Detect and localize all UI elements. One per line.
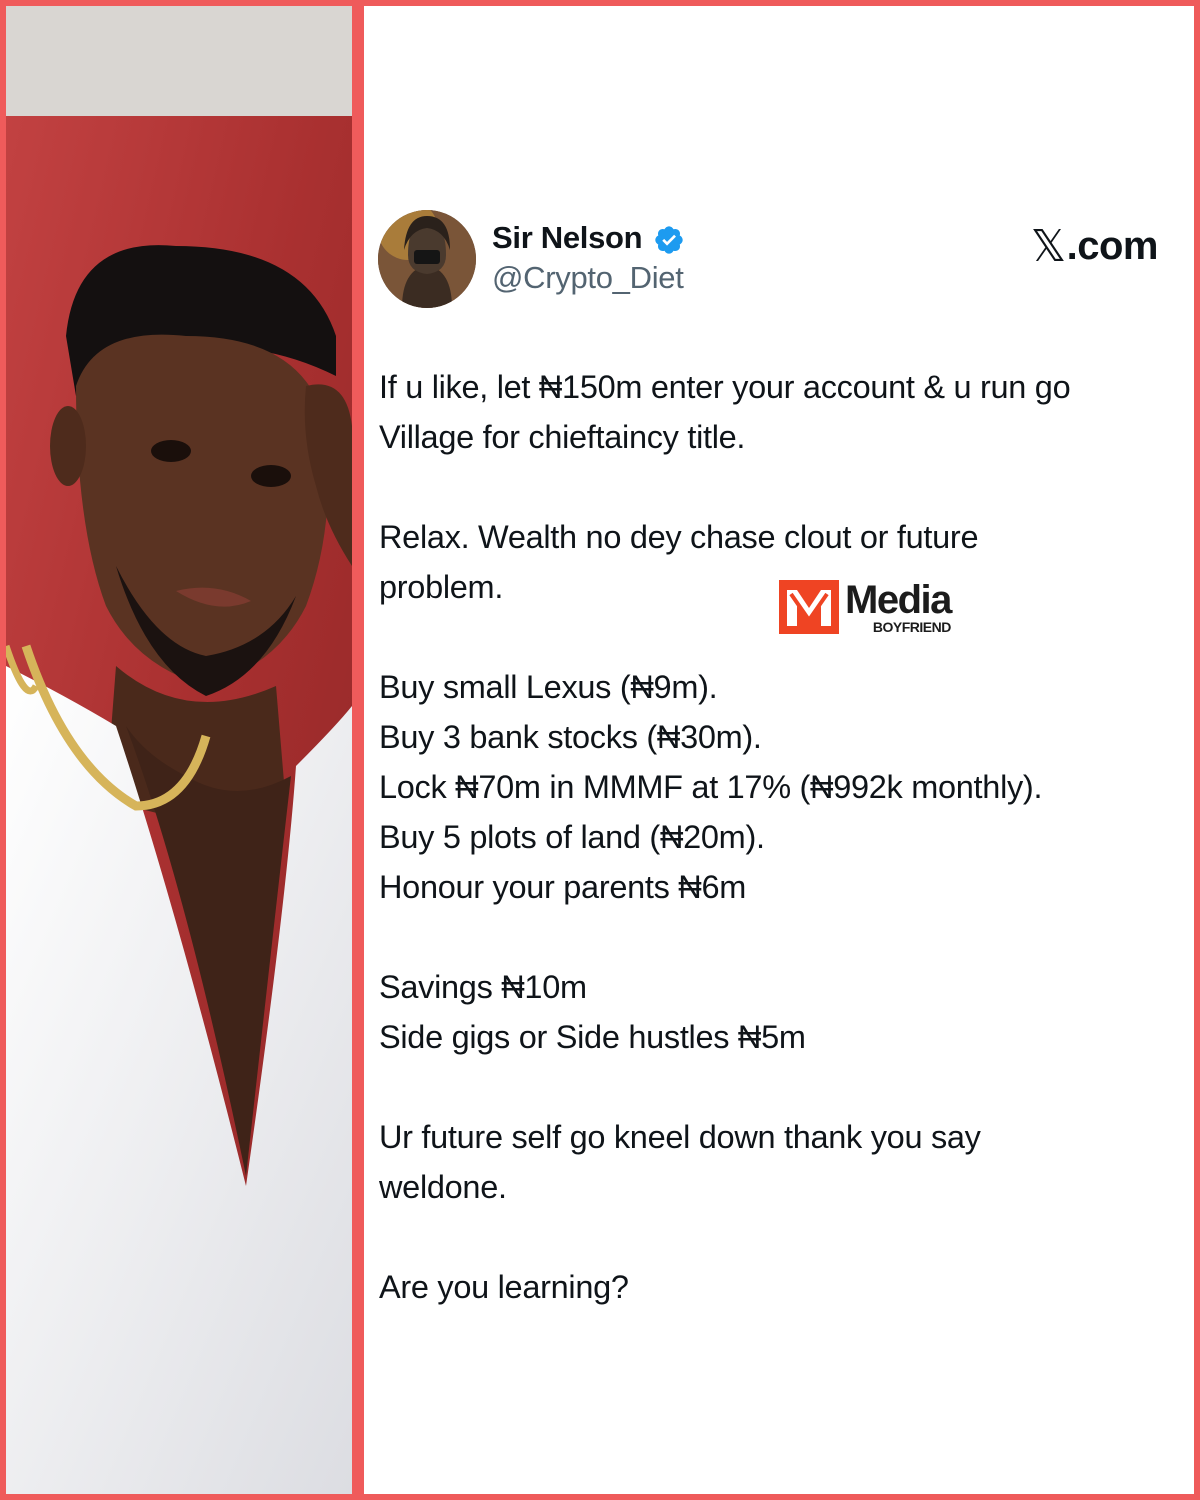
watermark-brand: Media (845, 578, 952, 622)
watermark-sub: BOYFRIEND (872, 619, 951, 635)
source-label: 𝕏 .com (1030, 221, 1159, 272)
tweet-line: Village for chieftaincy title. (379, 419, 746, 455)
verified-badge-icon (655, 226, 683, 254)
user-handle[interactable]: @Crypto_Diet (492, 260, 684, 296)
tweet-line: Buy small Lexus (₦9m). (379, 669, 718, 705)
watermark-logo: Media BOYFRIEND (779, 578, 952, 635)
tweet-line: Are you learning? (379, 1269, 629, 1305)
source-domain: .com (1066, 224, 1159, 268)
divider (352, 6, 364, 1494)
tweet-line: Ur future self go kneel down thank you s… (379, 1119, 981, 1155)
x-logo-icon: 𝕏 (1030, 221, 1066, 272)
tweet-line: weldone. (379, 1169, 507, 1205)
tweet-line: If u like, let ₦150m enter your account … (379, 369, 1071, 405)
avatar[interactable] (378, 210, 476, 308)
tweet-card: Sir Nelson @Crypto_Diet 𝕏 .com If u like,… (364, 6, 1194, 1494)
tweet-line: Savings ₦10m (379, 969, 587, 1005)
tweet-line: Side gigs or Side hustles ₦5m (379, 1019, 806, 1055)
display-name[interactable]: Sir Nelson (492, 220, 643, 256)
tweet-line: Buy 3 bank stocks (₦30m). (379, 719, 762, 755)
tweet-line: Buy 5 plots of land (₦20m). (379, 819, 765, 855)
tweet-line: Honour your parents ₦6m (379, 869, 747, 905)
tweet-line: Lock ₦70m in MMMF at 17% (₦992k monthly)… (379, 769, 1043, 805)
tweet-text: If u like, let ₦150m enter your account … (379, 362, 1189, 1312)
tweet-line: Relax. Wealth no dey chase clout or futu… (379, 519, 979, 555)
portrait-photo (6, 6, 352, 1494)
watermark-m-icon (779, 580, 839, 634)
